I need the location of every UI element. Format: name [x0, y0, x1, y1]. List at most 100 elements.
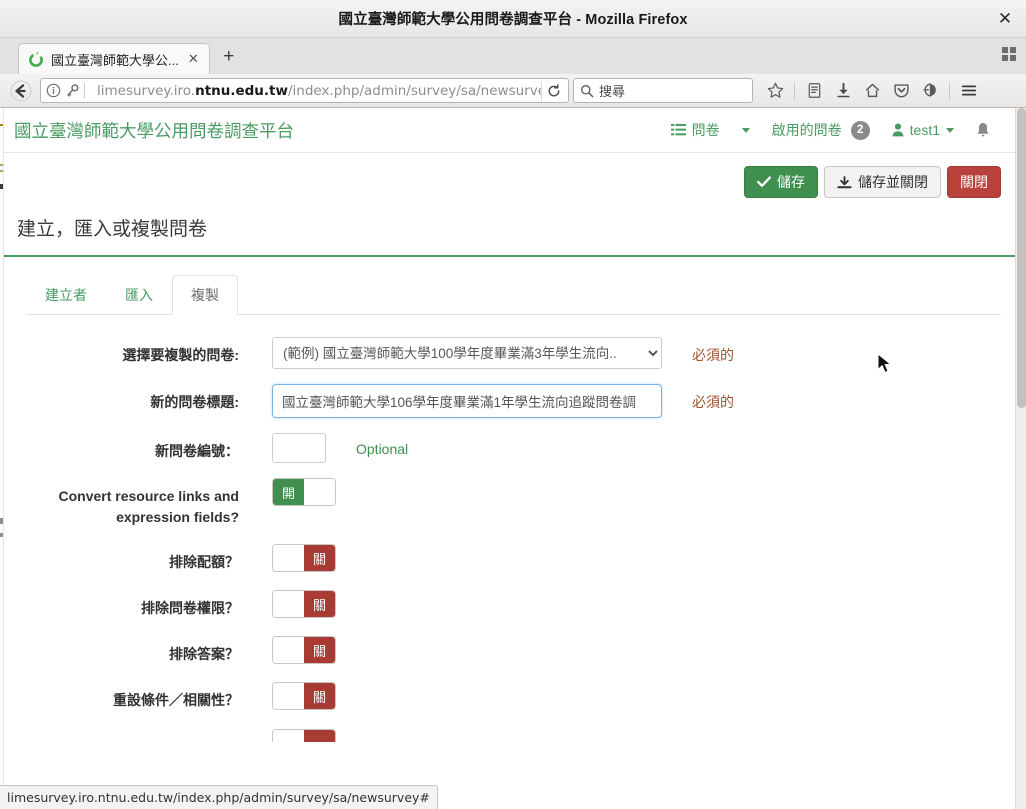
- url-bar[interactable]: limesurvey.iro.ntnu.edu.tw/index.php/adm…: [40, 78, 569, 103]
- active-surveys-count-badge: 2: [850, 120, 870, 140]
- help-new-title: 必須的: [692, 394, 734, 410]
- app-brand[interactable]: 國立臺灣師範大學公用問卷調查平台: [14, 118, 294, 143]
- nav-user-menu[interactable]: test1: [881, 122, 965, 138]
- page-viewport: 國立臺灣師範大學公用問卷調查平台 問卷 啟用的問卷 2 test1 儲存 儲存並…: [0, 108, 1026, 809]
- reload-icon[interactable]: [541, 79, 566, 102]
- new-tab-button[interactable]: +: [216, 44, 242, 70]
- new-survey-title-input[interactable]: [272, 384, 662, 418]
- control-exclude-answers: 關: [272, 636, 336, 664]
- site-identity[interactable]: [46, 83, 91, 98]
- nav-active-surveys[interactable]: 啟用的問卷 2: [761, 120, 881, 140]
- page-scrollbar[interactable]: [1015, 108, 1026, 809]
- exclude-answers-toggle[interactable]: 關: [272, 636, 336, 664]
- browser-toolbar-icons: [761, 78, 983, 104]
- form-row-reset-conditions: 重設條件／相關性？ 關: [4, 682, 1015, 711]
- user-icon: [892, 123, 904, 137]
- nav-surveys[interactable]: 問卷: [660, 120, 731, 140]
- wizard-tabs: 建立者 匯入 複製: [4, 257, 1015, 315]
- firefox-window: 國立臺灣師範大學公用問卷調查平台 - Mozilla Firefox ✕ 國立臺…: [0, 0, 1026, 809]
- toggle-knob: [273, 637, 304, 663]
- toolbar-divider-2: [949, 81, 950, 100]
- control-new-id: [272, 433, 326, 463]
- tab-copy[interactable]: 複製: [172, 275, 238, 315]
- sync-icon[interactable]: [916, 78, 944, 104]
- notification-bell-icon: [977, 123, 989, 137]
- search-icon: [581, 84, 594, 97]
- new-survey-id-input[interactable]: [272, 433, 326, 463]
- label-new-id: 新問卷編號：: [155, 443, 239, 459]
- page-scrollbar-thumb[interactable]: [1017, 108, 1026, 408]
- form-row-source-survey: 選擇要複製的問卷: (範例) 國立臺灣師範大學100學年度畢業滿3年學生流向..…: [4, 337, 1015, 369]
- form-row-new-title: 新的問卷標題: 必須的: [4, 384, 1015, 418]
- pocket-icon[interactable]: [887, 78, 915, 104]
- close-button-label: 關閉: [960, 174, 988, 190]
- chevron-down-icon: [741, 127, 750, 133]
- nav-surveys-caret[interactable]: [731, 127, 761, 133]
- list-all-tabs-icon[interactable]: [1002, 47, 1017, 67]
- exclude-quotas-toggle[interactable]: 關: [272, 544, 336, 572]
- form-row-next-option-clipped: [4, 729, 1015, 742]
- save-and-close-button-label: 儲存並關閉: [858, 174, 928, 190]
- close-button[interactable]: 關閉: [947, 166, 1001, 198]
- bookmark-star-icon[interactable]: [761, 78, 789, 104]
- help-source-survey: 必須的: [692, 347, 734, 363]
- exclude-survey-permissions-toggle[interactable]: 關: [272, 590, 336, 618]
- label-new-title: 新的問卷標題:: [150, 394, 239, 410]
- toggle-off-label: [304, 730, 335, 742]
- toggle-knob: [273, 683, 304, 709]
- home-icon[interactable]: [858, 78, 886, 104]
- browser-tabstrip: 國立臺灣師範大學公... ✕ +: [0, 38, 1026, 74]
- limesurvey-app: 國立臺灣師範大學公用問卷調查平台 問卷 啟用的問卷 2 test1 儲存 儲存並…: [4, 108, 1015, 809]
- url-text: limesurvey.iro.ntnu.edu.tw/index.php/adm…: [97, 82, 541, 99]
- label-exclude-quotas: 排除配額？: [169, 554, 239, 570]
- nav-surveys-label: 問卷: [691, 122, 720, 138]
- tab-create[interactable]: 建立者: [26, 275, 106, 315]
- save-and-close-button[interactable]: 儲存並關閉: [824, 166, 941, 198]
- toggle-off-label: 關: [304, 545, 335, 571]
- tab-close-icon[interactable]: ✕: [186, 51, 201, 67]
- toggle-off-label: 關: [304, 683, 335, 709]
- downloads-icon[interactable]: [829, 78, 857, 104]
- label-reset-conditions: 重設條件／相關性？: [113, 692, 239, 708]
- menu-hamburger-icon[interactable]: [955, 78, 983, 104]
- toggle-on-label: 開: [273, 479, 304, 505]
- link-status-text: limesurvey.iro.ntnu.edu.tw/index.php/adm…: [7, 790, 430, 805]
- next-option-toggle[interactable]: [272, 729, 336, 742]
- control-convert-links: 開: [272, 478, 336, 506]
- nav-active-surveys-label: 啟用的問卷: [771, 122, 842, 138]
- control-exclude-quotas: 關: [272, 544, 336, 572]
- toggle-off-label: 關: [304, 637, 335, 663]
- toggle-knob: [273, 545, 304, 571]
- app-topnav: 國立臺灣師範大學公用問卷調查平台 問卷 啟用的問卷 2 test1: [4, 108, 1015, 153]
- label-next-option: [4, 729, 239, 737]
- nav-notifications[interactable]: [965, 122, 1001, 138]
- control-source-survey: (範例) 國立臺灣師範大學100學年度畢業滿3年學生流向..: [272, 337, 662, 369]
- label-convert-links: Convert resource links and expression fi…: [58, 488, 239, 525]
- source-survey-select[interactable]: (範例) 國立臺灣師範大學100學年度畢業滿3年學生流向..: [272, 337, 662, 369]
- reset-conditions-toggle[interactable]: 關: [272, 682, 336, 710]
- link-status-tooltip: limesurvey.iro.ntnu.edu.tw/index.php/adm…: [0, 785, 438, 809]
- tab-import[interactable]: 匯入: [106, 275, 172, 315]
- control-reset-conditions: 關: [272, 682, 336, 710]
- toggle-off-label: 關: [304, 591, 335, 617]
- form-row-exclude-answers: 排除答案？ 關: [4, 636, 1015, 665]
- window-titlebar: 國立臺灣師範大學公用問卷調查平台 - Mozilla Firefox ✕: [0, 0, 1026, 38]
- label-exclude-answers: 排除答案？: [169, 646, 239, 662]
- list-icon: [670, 123, 686, 136]
- save-button[interactable]: 儲存: [744, 166, 818, 198]
- nav-user-label: test1: [909, 122, 940, 138]
- window-close-icon[interactable]: ✕: [994, 8, 1016, 30]
- back-button-icon[interactable]: [6, 78, 35, 104]
- page-title: 建立，匯入或複製問卷: [17, 219, 208, 240]
- copy-survey-form: 選擇要複製的問卷: (範例) 國立臺灣師範大學100學年度畢業滿3年學生流向..…: [4, 315, 1015, 742]
- toolbar-divider: [794, 81, 795, 100]
- search-bar[interactable]: 搜尋: [573, 78, 753, 103]
- control-new-title: [272, 384, 662, 418]
- convert-resource-links-toggle[interactable]: 開: [272, 478, 336, 506]
- library-icon[interactable]: [800, 78, 828, 104]
- save-button-label: 儲存: [777, 174, 805, 190]
- browser-tab[interactable]: 國立臺灣師範大學公... ✕: [18, 43, 210, 74]
- label-source-survey: 選擇要複製的問卷:: [122, 347, 239, 363]
- check-icon: [757, 176, 771, 187]
- browser-navbar: limesurvey.iro.ntnu.edu.tw/index.php/adm…: [0, 74, 1026, 108]
